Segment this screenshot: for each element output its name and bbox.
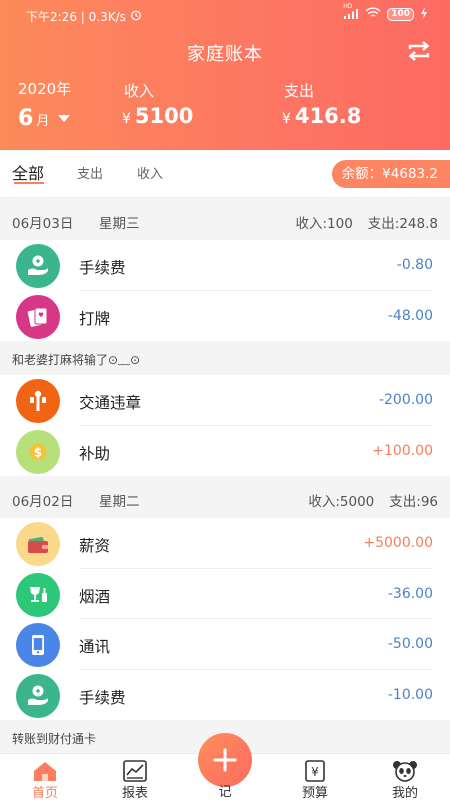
hd-label: HD xyxy=(343,2,353,10)
day-totals: 收入:100 支出:248.8 xyxy=(295,212,438,232)
chart-report-icon xyxy=(123,760,147,782)
month-unit: 月 xyxy=(36,114,50,129)
panda-avatar-icon xyxy=(393,761,417,782)
header: 下午2:26 | 0.3K/s HD 100 家庭账本 2020年 6 月 收入… xyxy=(0,0,450,150)
expense-label: 支出 xyxy=(284,82,315,100)
plus-icon xyxy=(213,748,237,772)
fee-hand-coin-icon xyxy=(16,673,60,718)
tab-report[interactable]: 报表 xyxy=(90,754,180,800)
wifi-icon xyxy=(365,7,381,22)
record-note: 和老婆打麻将输了⊙﹏⊙ xyxy=(0,341,450,375)
wine-glass-icon xyxy=(16,572,60,617)
record-name: 烟酒 xyxy=(79,587,111,606)
tab-expense[interactable]: 支出 xyxy=(77,163,103,182)
home-icon xyxy=(34,762,56,781)
dollar-coin-icon: $ xyxy=(16,429,60,474)
active-tab-indicator xyxy=(14,182,44,184)
record-row[interactable]: 烟酒 -36.00 xyxy=(0,568,450,619)
day-weekday: 星期二 xyxy=(99,494,140,510)
day-header: 06月02日 星期二 收入:5000 支出:96 xyxy=(0,476,450,518)
day-income: 收入:100 xyxy=(295,216,353,232)
status-time-speed: 下午2:26 | 0.3K/s xyxy=(26,10,126,24)
budget-yen-icon: ¥ xyxy=(305,760,325,782)
day-date: 06月03日 xyxy=(12,216,74,232)
record-name: 打牌 xyxy=(79,309,111,328)
record-amount: -0.80 xyxy=(396,257,433,273)
day-date: 06月02日 xyxy=(12,494,74,510)
charging-icon xyxy=(420,7,428,22)
app-title: 家庭账本 xyxy=(187,44,263,65)
battery-icon: 100 xyxy=(387,8,414,21)
record-amount: -10.00 xyxy=(387,686,433,703)
record-row[interactable]: $ 补助 +100.00 xyxy=(0,425,450,476)
add-record-label: 记 xyxy=(218,785,232,800)
expense-value: 416.8 xyxy=(294,104,362,128)
record-amount: -36.00 xyxy=(387,585,433,602)
tab-home-label: 首页 xyxy=(31,786,58,800)
dropdown-caret-icon xyxy=(58,115,71,122)
record-amount: -48.00 xyxy=(387,307,433,324)
record-name: 薪资 xyxy=(79,537,111,555)
tab-mine[interactable]: 我的 xyxy=(360,754,450,800)
tab-report-label: 报表 xyxy=(121,786,148,800)
record-row[interactable]: 通讯 -50.00 xyxy=(0,619,450,670)
record-name: 交通违章 xyxy=(79,394,142,412)
tab-budget-label: 预算 xyxy=(301,786,328,800)
day-weekday: 星期三 xyxy=(99,216,140,232)
record-name: 手续费 xyxy=(79,259,126,277)
status-right: HD 100 xyxy=(343,3,428,22)
status-bar: 下午2:26 | 0.3K/s HD 100 xyxy=(0,0,450,30)
fee-hand-coin-icon xyxy=(16,244,60,288)
record-name: 补助 xyxy=(79,444,111,463)
record-name: 通讯 xyxy=(79,638,111,656)
record-amount: -50.00 xyxy=(387,636,433,652)
record-amount: -200.00 xyxy=(378,392,433,408)
income-label: 收入 xyxy=(124,82,155,100)
day-header: 06月03日 星期三 收入:100 支出:248.8 xyxy=(0,198,450,240)
record-list[interactable]: 06月03日 星期三 收入:100 支出:248.8 手续费 -0.80 打牌 … xyxy=(0,198,450,753)
year-label: 2020年 xyxy=(18,80,72,98)
day-income: 收入:5000 xyxy=(308,494,375,510)
playing-cards-icon xyxy=(16,294,60,339)
balance-badge: 余额：¥4683.2 xyxy=(331,160,450,188)
income-currency: ¥ xyxy=(122,111,131,127)
record-amount: +5000.00 xyxy=(363,535,433,551)
record-row[interactable]: 打牌 -48.00 xyxy=(0,290,450,341)
record-row[interactable]: 手续费 -10.00 xyxy=(0,669,450,720)
traffic-light-icon xyxy=(16,379,60,423)
tab-mine-label: 我的 xyxy=(391,786,418,800)
phone-icon xyxy=(16,623,60,667)
signal-icon: HD xyxy=(343,3,359,22)
day-expense: 支出:96 xyxy=(389,494,438,510)
add-record-button[interactable] xyxy=(198,733,252,787)
tab-all[interactable]: 全部 xyxy=(12,160,44,184)
day-expense: 支出:248.8 xyxy=(367,216,438,232)
income-total: ¥ 5100 xyxy=(122,104,193,128)
expense-total: ¥ 416.8 xyxy=(282,104,361,128)
record-row[interactable]: 交通违章 -200.00 xyxy=(0,375,450,426)
tab-home[interactable]: 首页 xyxy=(0,754,90,800)
record-name: 手续费 xyxy=(79,688,126,707)
record-row[interactable]: 薪资 +5000.00 xyxy=(0,518,450,569)
month-picker[interactable]: 6 月 xyxy=(18,106,71,131)
alarm-icon xyxy=(130,9,142,24)
month-value: 6 xyxy=(18,106,34,131)
status-left: 下午2:26 | 0.3K/s xyxy=(26,8,142,25)
sync-icon[interactable] xyxy=(406,40,432,62)
expense-currency: ¥ xyxy=(282,111,291,127)
tab-income[interactable]: 收入 xyxy=(137,163,163,182)
day-totals: 收入:5000 支出:96 xyxy=(308,490,438,510)
record-row[interactable]: 手续费 -0.80 xyxy=(0,240,450,291)
tab-budget[interactable]: ¥ 预算 xyxy=(270,754,360,800)
svg-text:$: $ xyxy=(34,445,42,459)
svg-text:¥: ¥ xyxy=(311,765,319,779)
record-amount: +100.00 xyxy=(372,442,433,459)
income-value: 5100 xyxy=(134,104,194,128)
wallet-icon xyxy=(16,522,60,566)
